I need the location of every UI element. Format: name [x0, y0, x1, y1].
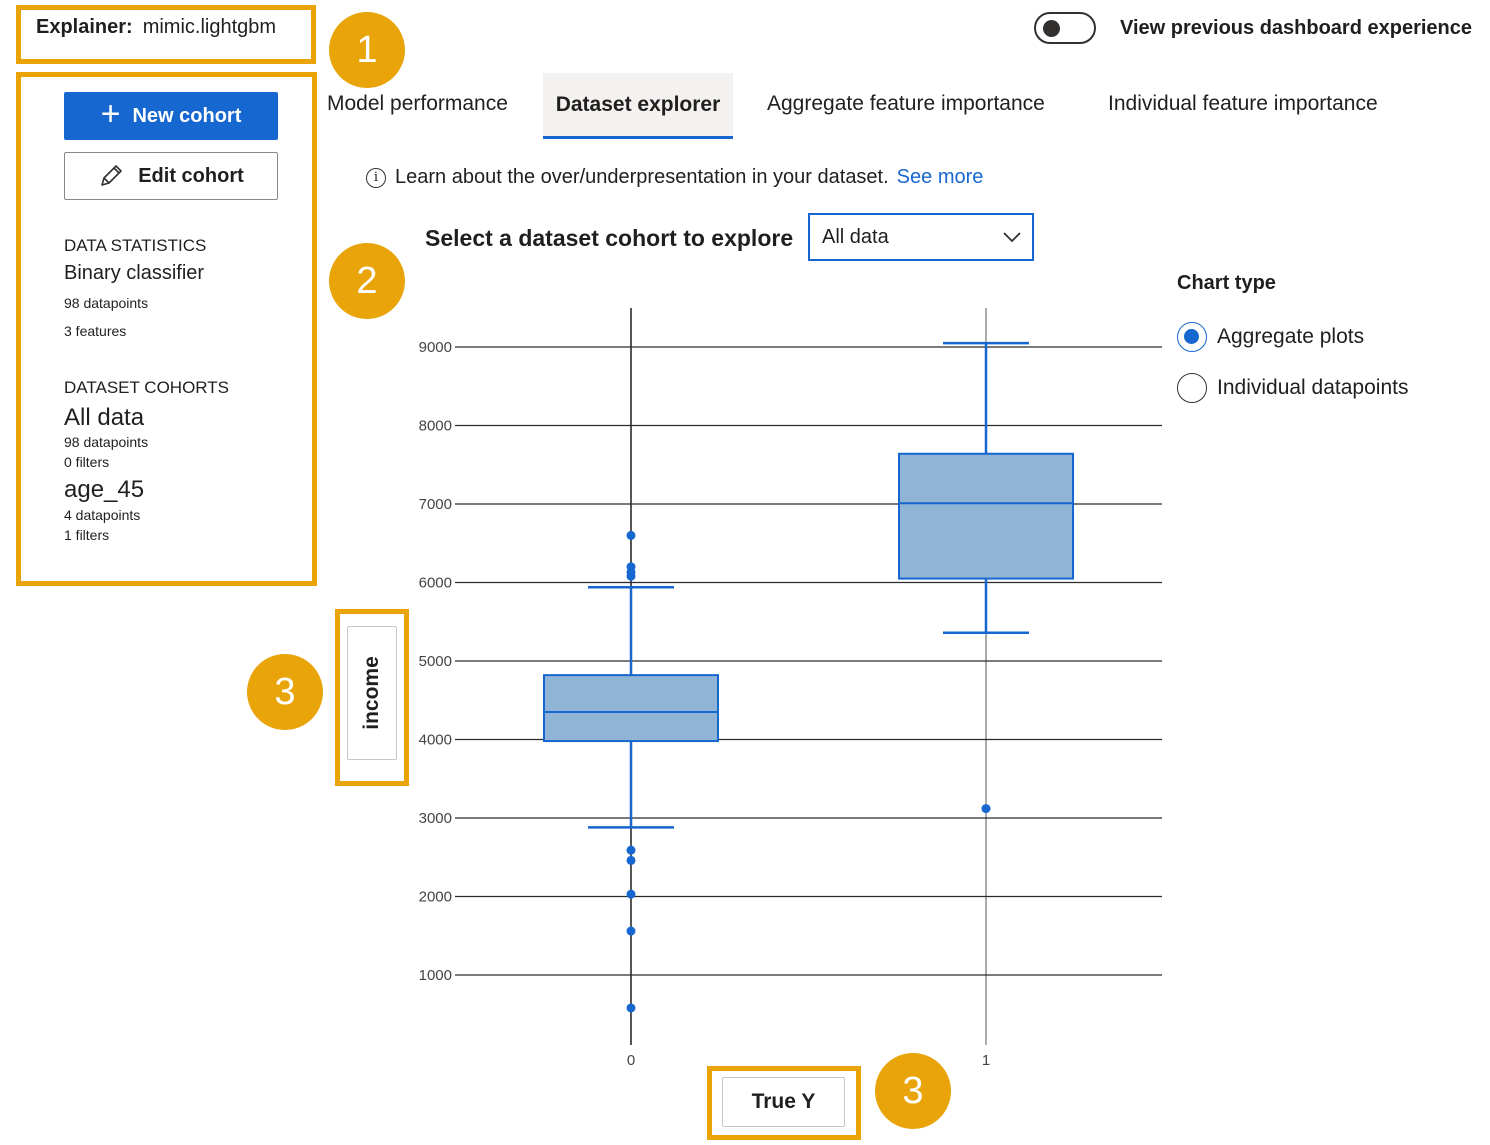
- plus-icon: +: [100, 95, 121, 133]
- y-tick-label: 5000: [419, 653, 452, 670]
- cohort-datapoints: 98 datapoints: [64, 434, 149, 450]
- y-tick-label: 8000: [419, 418, 452, 435]
- outlier-point: [626, 562, 636, 572]
- previous-dashboard-toggle[interactable]: [1034, 12, 1096, 44]
- outlier-point: [626, 1003, 636, 1013]
- x-axis-selector-button[interactable]: True Y: [722, 1077, 845, 1127]
- x-tick-label: 1: [982, 1052, 990, 1069]
- box-iqr: [543, 674, 719, 743]
- x-tick-label: 0: [627, 1052, 635, 1069]
- callout-badge: 2: [329, 243, 405, 319]
- y-tick-label: 9000: [419, 339, 452, 356]
- chevron-down-icon: [1003, 232, 1021, 243]
- radio-aggregate-plots[interactable]: Aggregate plots: [1177, 322, 1364, 352]
- y-axis-label: income: [360, 656, 383, 730]
- outlier-point: [626, 567, 636, 577]
- radio-label: Individual datapoints: [1217, 376, 1409, 399]
- info-icon: i: [366, 167, 386, 188]
- data-statistics-heading: DATA STATISTICS: [64, 236, 207, 255]
- callout-badge: 3: [875, 1053, 951, 1129]
- toggle-label: View previous dashboard experience: [1120, 16, 1472, 39]
- new-cohort-label: New cohort: [132, 104, 242, 127]
- dataset-cohorts-heading: DATASET COHORTS: [64, 378, 229, 397]
- cohort-filters: 0 filters: [64, 454, 110, 470]
- see-more-link[interactable]: See more: [897, 166, 984, 189]
- explainer-label: Explainer:: [36, 16, 133, 38]
- stat-features: 3 features: [64, 323, 127, 339]
- tab-individual-feature-importance[interactable]: Individual feature importance: [1108, 92, 1378, 116]
- outlier-point: [626, 855, 636, 865]
- y-tick-label: 4000: [419, 732, 452, 749]
- callout-badge: 3: [247, 654, 323, 730]
- info-text: Learn about the over/underpresentation i…: [395, 166, 889, 188]
- pencil-icon: [101, 165, 123, 186]
- chart-type-title: Chart type: [1177, 272, 1276, 294]
- cohort-name[interactable]: age_45: [64, 476, 144, 504]
- outlier-point: [626, 926, 636, 936]
- classifier-type: Binary classifier: [64, 262, 205, 284]
- new-cohort-button[interactable]: + New cohort: [64, 92, 278, 140]
- tab-model-performance[interactable]: Model performance: [327, 92, 508, 116]
- y-tick-label: 3000: [419, 810, 452, 827]
- cohort-filters: 1 filters: [64, 527, 110, 543]
- radio-unselected-icon: [1177, 373, 1207, 403]
- y-tick-label: 1000: [419, 967, 452, 984]
- outlier-point: [626, 845, 636, 855]
- toggle-knob: [1043, 20, 1060, 37]
- tab-aggregate-feature-importance[interactable]: Aggregate feature importance: [767, 92, 1045, 116]
- radio-individual-datapoints[interactable]: Individual datapoints: [1177, 373, 1408, 403]
- previous-dashboard-toggle-row: View previous dashboard experience: [1034, 12, 1472, 44]
- radio-label: Aggregate plots: [1217, 325, 1365, 348]
- info-banner: i Learn about the over/underpresentation…: [366, 166, 983, 189]
- explainer-value: mimic.lightgbm: [142, 16, 277, 38]
- explainer-header: Explainer: mimic.lightgbm: [36, 16, 276, 39]
- edit-cohort-label: Edit cohort: [138, 164, 244, 187]
- y-tick-label: 6000: [419, 575, 452, 592]
- outlier-point: [626, 889, 636, 899]
- edit-cohort-button[interactable]: Edit cohort: [64, 152, 278, 200]
- y-tick-label: 2000: [419, 889, 452, 906]
- cohort-dropdown[interactable]: All data: [808, 213, 1034, 261]
- cohort-datapoints: 4 datapoints: [64, 507, 141, 523]
- highlight-left-panel: [16, 72, 317, 586]
- box-iqr: [898, 452, 1074, 580]
- callout-badge: 1: [329, 12, 405, 88]
- cohort-name[interactable]: All data: [64, 404, 144, 432]
- cohort-dropdown-value: All data: [822, 225, 889, 248]
- y-axis-selector-button[interactable]: income: [347, 626, 397, 760]
- outlier-point: [626, 571, 636, 581]
- outlier-point: [626, 530, 636, 540]
- radio-selected-icon: [1177, 322, 1207, 352]
- tab-dataset-explorer[interactable]: Dataset explorer: [543, 73, 733, 139]
- cohort-select-label: Select a dataset cohort to explore: [425, 225, 794, 251]
- y-tick-label: 7000: [419, 496, 452, 513]
- outlier-point: [981, 804, 991, 814]
- stat-datapoints: 98 datapoints: [64, 295, 149, 311]
